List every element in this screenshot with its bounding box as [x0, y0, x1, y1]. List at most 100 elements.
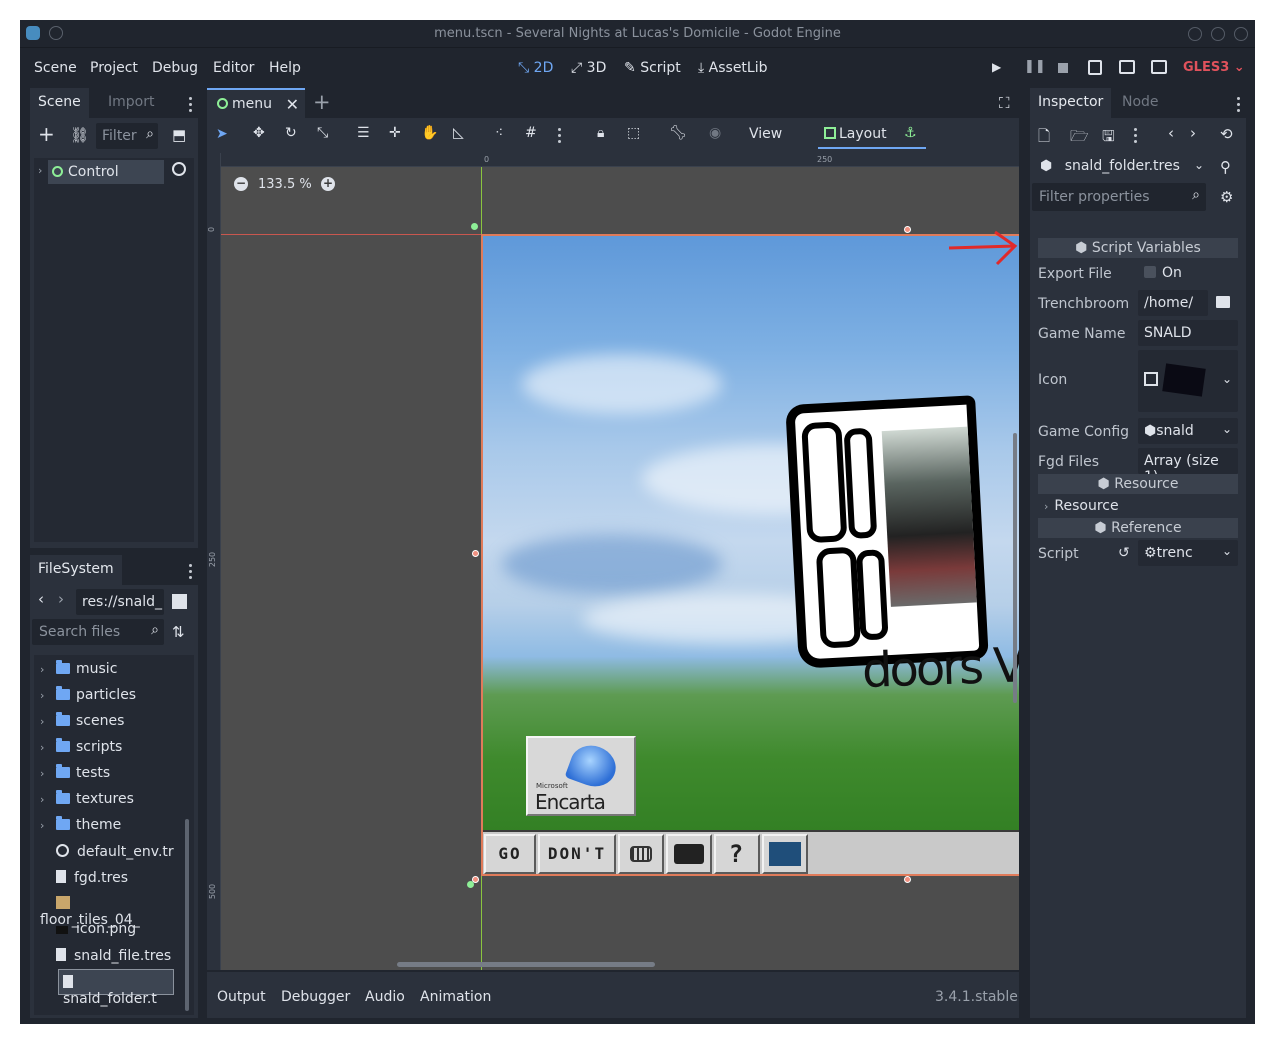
renderer-select[interactable]: GLES3 ⌄ — [1183, 60, 1245, 75]
ruler-tool-icon[interactable]: ◺ — [453, 125, 464, 141]
save-icon[interactable]: 🖫︎ — [1102, 126, 1115, 151]
tab-audio[interactable]: Audio — [365, 989, 405, 1005]
file-item[interactable]: › theme — [34, 813, 180, 839]
pivot-tool-icon[interactable]: ✛ — [389, 125, 401, 141]
menu-editor[interactable]: Editor — [213, 60, 254, 76]
selection-handle[interactable] — [904, 226, 911, 233]
filter-properties-input[interactable]: Filter properties ⌕ — [1032, 183, 1206, 211]
toggle-split-icon[interactable] — [172, 594, 187, 609]
play-custom-scene-icon[interactable] — [1151, 60, 1167, 74]
object-properties-icon[interactable]: ⚲ — [1220, 158, 1231, 176]
expand-chevron-icon[interactable]: › — [40, 793, 50, 806]
tab-node[interactable]: Node — [1114, 88, 1167, 118]
scale-tool-icon[interactable]: ⤡ — [317, 125, 328, 141]
grid-snap-icon[interactable]: # — [525, 125, 537, 141]
file-item[interactable]: snald_folder.t — [58, 969, 174, 1007]
resource-menu-icon[interactable] — [1133, 128, 1137, 144]
distraction-free-icon[interactable]: ⛶ — [999, 94, 1010, 112]
expand-chevron-icon[interactable]: › — [40, 663, 50, 676]
smart-snap-icon[interactable]: ⁖ — [495, 125, 503, 141]
history-forward-icon[interactable]: › — [1190, 124, 1196, 142]
mode-3d-button[interactable]: ⤢ 3D — [571, 60, 606, 76]
snap-options-icon[interactable] — [557, 128, 561, 144]
new-tab-icon[interactable]: + — [313, 90, 331, 114]
close-tab-icon[interactable]: ✕ — [286, 95, 299, 114]
expand-chevron-icon[interactable]: › — [40, 715, 50, 728]
revert-icon[interactable]: ↺ — [1118, 545, 1130, 561]
instance-scene-icon[interactable]: ⬒ — [172, 126, 186, 144]
canvas-viewport[interactable]: 0 250 0 250 500 − 133.5 % + doors Vi Mic… — [207, 153, 1019, 970]
play-icon[interactable]: ▶ — [992, 60, 1001, 74]
file-item[interactable]: snald_file.tres — [34, 943, 180, 969]
file-item[interactable]: › particles — [34, 683, 180, 709]
resource-group-row[interactable]: › Resource — [1038, 496, 1238, 516]
path-field[interactable]: res://snald_ — [76, 589, 164, 615]
filesystem-menu-icon[interactable] — [188, 564, 192, 580]
lock-icon[interactable]: 🔒︎ — [597, 125, 604, 141]
game-config-picker[interactable]: ⬢snald ⌄ — [1138, 418, 1238, 444]
icon-picker[interactable]: ⌄ — [1138, 350, 1238, 412]
move-tool-icon[interactable]: ✥ — [253, 125, 265, 141]
expand-chevron-icon[interactable]: › — [40, 741, 50, 754]
filesystem-scrollbar[interactable] — [185, 819, 189, 1011]
mode-2d-button[interactable]: ⤡ 2D — [518, 60, 553, 76]
rotate-tool-icon[interactable]: ↻ — [285, 125, 297, 141]
view-menu[interactable]: View — [749, 126, 782, 142]
tab-scene[interactable]: Scene — [30, 88, 89, 118]
selection-handle[interactable] — [904, 876, 911, 883]
horizontal-scrollbar[interactable] — [397, 962, 655, 967]
visibility-eye-icon[interactable] — [172, 162, 186, 176]
open-folder-icon[interactable]: 🗁︎ — [1070, 126, 1089, 151]
file-item[interactable]: icon.png — [34, 917, 180, 943]
expand-chevron-icon[interactable]: › — [40, 767, 50, 780]
tab-inspector[interactable]: Inspector — [1030, 88, 1112, 118]
mode-script-button[interactable]: ✎ Script — [624, 60, 681, 76]
tab-output[interactable]: Output — [217, 989, 266, 1005]
menu-scene[interactable]: Scene — [34, 60, 77, 76]
pan-tool-icon[interactable]: ✋ — [421, 125, 438, 141]
tab-menu-scene[interactable]: menu ✕ — [207, 88, 305, 118]
file-item[interactable]: › scenes — [34, 709, 180, 735]
mode-assetlib-button[interactable]: ⤓ AssetLib — [698, 60, 768, 76]
selection-handle[interactable] — [471, 223, 478, 230]
expand-chevron-icon[interactable]: › — [40, 689, 50, 702]
history-icon[interactable]: ⟲ — [1220, 125, 1233, 143]
menu-help[interactable]: Help — [269, 60, 301, 76]
skeleton-icon[interactable]: 🦴︎ — [669, 125, 687, 141]
zoom-level[interactable]: 133.5 % — [258, 177, 312, 192]
list-select-icon[interactable]: ☰ — [357, 125, 370, 141]
zoom-in-icon[interactable]: + — [321, 177, 335, 191]
scene-tree-item-control[interactable]: Control — [48, 160, 164, 184]
script-picker[interactable]: ⚙trenc ⌄ — [1138, 540, 1238, 566]
file-item[interactable]: floor_tiles_04_ — [34, 891, 180, 928]
scene-filter-input[interactable]: Filter ⌕ — [96, 123, 158, 149]
fgd-files-array[interactable]: Array (size 1) — [1138, 448, 1238, 485]
search-files-input[interactable]: Search files ⌕ — [32, 619, 164, 645]
trenchbroom-path-field[interactable]: /home/ — [1138, 290, 1208, 316]
camera-icon[interactable]: ◉ — [709, 125, 721, 141]
sort-icon[interactable]: ⇅ — [172, 623, 185, 641]
resource-selector[interactable]: ⬢ snald_folder.tres ⌄ — [1034, 154, 1210, 180]
expand-chevron-icon[interactable]: › — [40, 819, 50, 832]
select-tool-icon[interactable]: ➤ — [216, 126, 228, 142]
script-variables-header[interactable]: ⬢ Script Variables — [1038, 238, 1238, 258]
add-node-icon[interactable]: + — [38, 124, 55, 144]
selection-handle[interactable] — [467, 881, 474, 888]
layout-menu[interactable]: Layout ⚓︎ — [818, 123, 926, 149]
close-icon[interactable] — [1234, 27, 1248, 41]
pause-icon[interactable]: ❚❚ — [1024, 59, 1046, 74]
tab-import[interactable]: Import — [100, 88, 162, 118]
maximize-icon[interactable] — [1211, 27, 1225, 41]
menu-project[interactable]: Project — [90, 60, 138, 76]
zoom-out-icon[interactable]: − — [234, 177, 248, 191]
expand-chevron-icon[interactable]: › — [38, 164, 42, 177]
history-back-icon[interactable]: ‹ — [1168, 124, 1174, 142]
inspector-menu-icon[interactable] — [1236, 97, 1240, 113]
game-name-field[interactable]: SNALD — [1138, 320, 1238, 346]
file-item[interactable]: default_env.tr — [34, 839, 180, 865]
back-arrow-icon[interactable]: ‹ — [38, 590, 44, 608]
file-item[interactable]: › scripts — [34, 735, 180, 761]
reference-section-header[interactable]: ⬢ Reference — [1038, 518, 1238, 538]
resource-section-header[interactable]: ⬢ Resource — [1038, 474, 1238, 494]
folder-icon[interactable] — [1216, 296, 1230, 308]
